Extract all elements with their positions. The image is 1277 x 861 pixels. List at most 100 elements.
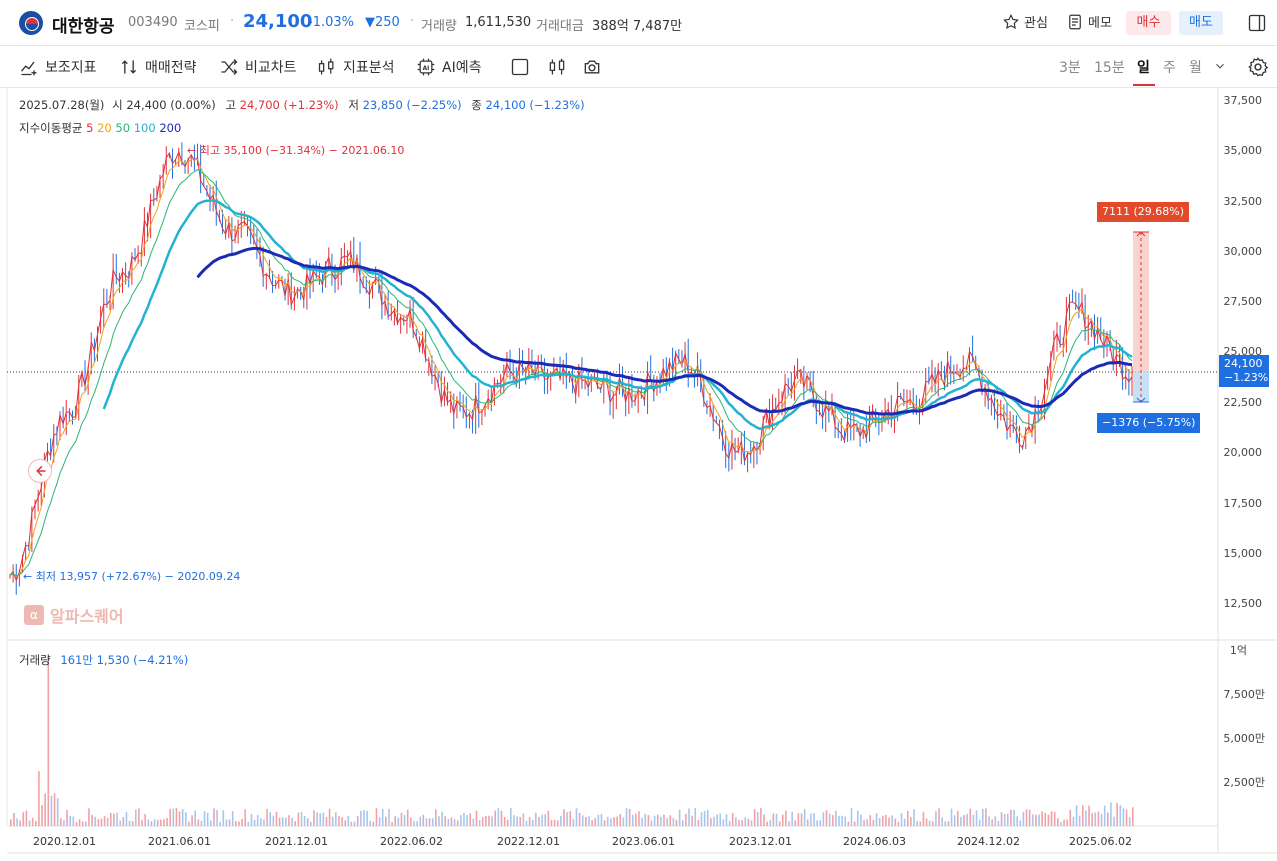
- volume-bar: [678, 809, 681, 826]
- settings-button[interactable]: [1247, 56, 1269, 82]
- ma-50: 50: [115, 121, 131, 135]
- current-price-tag-pct: −1.23%: [1224, 371, 1269, 384]
- ma-20: 20: [97, 121, 112, 135]
- volume-bar: [366, 810, 368, 826]
- scroll-left-button[interactable]: [28, 459, 52, 483]
- volume-bar: [1006, 813, 1009, 826]
- volume-bar: [1081, 805, 1084, 826]
- buy-button[interactable]: 매수: [1126, 11, 1171, 35]
- volume-bar: [994, 816, 997, 826]
- volume-bar: [538, 817, 540, 826]
- volume-bar: [378, 817, 381, 826]
- volume-bar: [144, 814, 146, 826]
- volume-bar: [997, 821, 1000, 826]
- volume-bar: [963, 815, 965, 826]
- volume-bar: [1041, 811, 1043, 826]
- period-3min[interactable]: 3분: [1059, 57, 1081, 77]
- volume-bar: [413, 821, 415, 826]
- volume-bar: [975, 810, 978, 826]
- volume-bar: [250, 813, 253, 826]
- volume-bar: [922, 811, 925, 826]
- strategy-button[interactable]: 매매전략: [119, 56, 197, 78]
- layout-toggle-button[interactable]: [1247, 13, 1267, 37]
- volume-bar: [935, 811, 937, 826]
- volume-bar: [1003, 813, 1006, 826]
- volume-bar: [488, 815, 490, 826]
- volume-bar: [1047, 814, 1050, 826]
- volume-bar: [1078, 815, 1081, 826]
- volume-bar: [456, 820, 459, 826]
- volume-bar: [472, 818, 475, 826]
- volume-bar: [16, 818, 18, 826]
- volume-legend: 거래량 161만 1,530 (−4.21%): [19, 652, 188, 668]
- memo-button[interactable]: 메모: [1066, 12, 1112, 31]
- volume-bar: [338, 816, 340, 826]
- volume-bar: [425, 818, 428, 826]
- volume-bar: [1035, 814, 1037, 826]
- screenshot-button[interactable]: [582, 56, 602, 78]
- volume-bar: [60, 818, 62, 826]
- volume-bar: [497, 808, 500, 826]
- volume-bar: [263, 819, 265, 826]
- volume-bar: [460, 815, 462, 826]
- volume-bar: [22, 812, 25, 826]
- volume-bar: [431, 818, 434, 826]
- chart-style-button[interactable]: [510, 56, 530, 78]
- volume-bar: [88, 808, 90, 826]
- volume-bar: [881, 815, 884, 826]
- watch-button[interactable]: 관심: [1002, 12, 1048, 31]
- sell-button[interactable]: 매도: [1179, 11, 1223, 35]
- volume-bar: [750, 820, 753, 826]
- volume-bar: [635, 813, 637, 826]
- volume-bar: [1053, 811, 1056, 826]
- amount-label: 거래대금: [536, 19, 584, 34]
- period-week[interactable]: 주: [1163, 57, 1176, 77]
- candle-type-button[interactable]: [547, 56, 567, 78]
- volume-bar: [903, 818, 906, 826]
- volume-bar: [594, 818, 597, 826]
- volume-bar: [966, 813, 968, 826]
- period-dropdown-button[interactable]: [1213, 58, 1227, 77]
- date-tick: 2022.06.02: [380, 835, 443, 848]
- volume-bar: [297, 812, 300, 826]
- high-label: 고: [225, 98, 236, 112]
- volume-bar: [1116, 802, 1118, 826]
- period-active-underline: [1133, 84, 1155, 86]
- gear-icon: [1248, 57, 1269, 77]
- volume-bar: [275, 811, 278, 826]
- volume-bar: [494, 810, 497, 826]
- ai-predict-button[interactable]: AI AI예측: [416, 56, 481, 78]
- volume-bar: [353, 821, 356, 826]
- price-chart[interactable]: [0, 88, 1277, 861]
- period-day[interactable]: 일: [1137, 57, 1150, 77]
- volume-bar: [341, 817, 343, 826]
- compare-button[interactable]: 비교차트: [219, 56, 297, 78]
- volume-bar: [847, 821, 850, 826]
- volume-legend-value: 161만 1,530 (−4.21%): [60, 653, 189, 667]
- price-tick: 30,000: [1223, 245, 1263, 258]
- volume-bar: [319, 813, 322, 826]
- volume-bar: [238, 821, 240, 826]
- volume-bar: [988, 816, 990, 826]
- volume-bar: [828, 813, 831, 826]
- period-month[interactable]: 월: [1189, 57, 1202, 77]
- volume-bar: [10, 819, 12, 826]
- period-15min[interactable]: 15분: [1094, 57, 1125, 77]
- volume-bars: [10, 656, 1134, 826]
- volume-bar: [803, 809, 806, 826]
- volume-bar: [116, 812, 118, 826]
- volume-bar: [735, 817, 737, 826]
- volume-bar: [147, 819, 150, 826]
- separator-dot: ·: [230, 14, 235, 29]
- volume-bar: [285, 817, 287, 826]
- max-annotation-text: 최고 35,100 (−31.34%) − 2021.06.10: [199, 144, 405, 157]
- date-tick: 2023.06.01: [612, 835, 675, 848]
- volume-bar: [213, 808, 215, 826]
- price-tick: 22,500: [1223, 396, 1263, 409]
- date-tick: 2024.12.02: [957, 835, 1020, 848]
- volume-bar: [163, 819, 165, 826]
- ma-legend[interactable]: 지수이동평균 5 20 50 100 200: [19, 120, 181, 136]
- analysis-button[interactable]: 지표분석: [317, 56, 395, 78]
- indicator-button[interactable]: 보조지표: [19, 56, 97, 78]
- volume-bar: [385, 816, 387, 826]
